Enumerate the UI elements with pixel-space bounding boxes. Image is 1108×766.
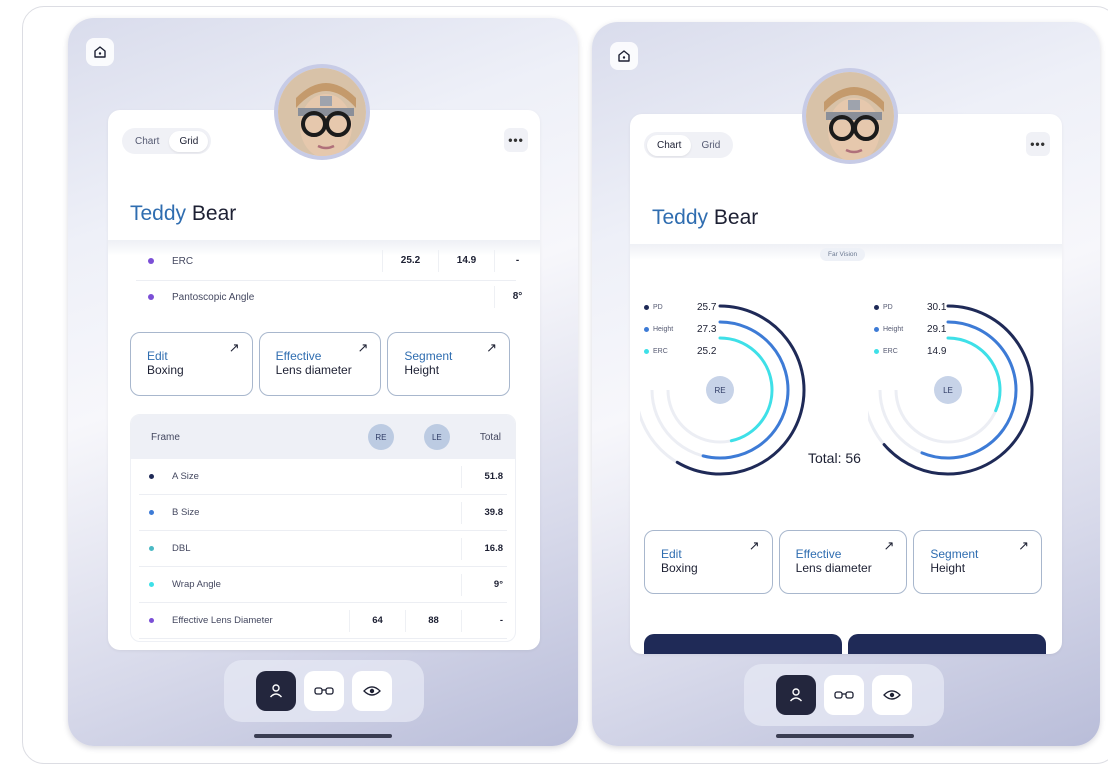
toggle-chart[interactable]: Chart (125, 131, 169, 152)
measurement-row-pantoscopic: Pantoscopic Angle 8° (108, 280, 540, 314)
gauge-center-label: LE (943, 386, 953, 395)
patient-name: Teddy Bear (130, 202, 237, 225)
arrow-up-right-icon: ↗ (357, 340, 369, 355)
row-dot (148, 258, 154, 264)
far-vision-chip: Far Vision (820, 248, 866, 261)
table-row: Wrap Angle 9° (139, 567, 507, 603)
row-dot (149, 510, 154, 515)
dock-glasses-button[interactable] (304, 671, 344, 711)
table-row: Effective Lens Diameter 64 88 - (139, 603, 507, 639)
re-gauge: RE (640, 304, 806, 476)
total-value: Total: 56 (808, 450, 861, 466)
dock-eye-button[interactable] (872, 675, 912, 715)
glasses-icon (834, 691, 854, 699)
segment-height-button[interactable]: Segment Height ↗ (913, 530, 1043, 594)
total-header: Total (479, 431, 501, 443)
gauge-arc-pd (675, 304, 806, 476)
action-buttons: Edit Boxing ↗ Effective Lens diameter ↗ … (644, 530, 1043, 594)
toggle-chart[interactable]: Chart (647, 134, 692, 156)
arrow-up-right-icon: ↗ (228, 340, 240, 355)
person-icon (789, 688, 803, 702)
table-row: DBL 16.8 (139, 531, 507, 567)
more-options-button[interactable]: ••• (1026, 132, 1050, 156)
le-gauge: LE (868, 304, 1034, 476)
edit-boxing-button[interactable]: Edit Boxing ↗ (130, 332, 253, 396)
home-icon (618, 50, 630, 62)
patient-name: Teddy Bear (652, 206, 759, 229)
dock-person-button[interactable] (776, 675, 816, 715)
effective-lens-diameter-button[interactable]: Effective Lens diameter ↗ (258, 332, 382, 396)
table-row: A Size 51.8 (139, 459, 507, 495)
row-dot (148, 294, 154, 300)
row-dot (149, 582, 154, 587)
view-toggle: Chart Grid (122, 128, 212, 154)
eye-icon (883, 690, 901, 700)
segment-height-button[interactable]: Segment Height ↗ (387, 332, 511, 396)
effective-lens-diameter-button[interactable]: Effective Lens diameter ↗ (778, 530, 908, 594)
home-button[interactable] (610, 42, 638, 70)
bottom-dock (224, 660, 424, 722)
tablet-chart-view: Chart Grid ••• Teddy Bear Far Vision PD … (592, 22, 1100, 746)
arrow-up-right-icon: ↗ (748, 538, 760, 553)
more-icon: ••• (1030, 137, 1046, 151)
home-indicator (776, 734, 914, 738)
frame-table: Frame RE LE Total A Size 51.8 B Size 39.… (130, 414, 516, 642)
glasses-icon (314, 687, 334, 695)
patient-avatar (274, 64, 370, 160)
tablet-grid-view: Chart Grid ••• Teddy Bear ERC 25.2 14.9 … (68, 18, 578, 746)
bottom-dock (744, 664, 944, 726)
toggle-grid[interactable]: Grid (169, 130, 209, 152)
more-icon: ••• (508, 133, 524, 147)
home-icon (94, 46, 106, 58)
eye-icon (363, 686, 381, 696)
gauge-center-label: RE (714, 386, 725, 395)
frame-table-header: Frame RE LE Total (131, 415, 515, 459)
person-icon (269, 684, 283, 698)
row-dot (149, 474, 154, 479)
bottom-tab-left[interactable] (644, 634, 842, 654)
edit-boxing-button[interactable]: Edit Boxing ↗ (644, 530, 773, 594)
dock-glasses-button[interactable] (824, 675, 864, 715)
re-badge: RE (367, 424, 394, 450)
dock-eye-button[interactable] (352, 671, 392, 711)
table-row: B Size 39.8 (139, 495, 507, 531)
patient-card: Chart Grid ••• Teddy Bear ERC 25.2 14.9 … (108, 110, 540, 650)
arrow-up-right-icon: ↗ (1018, 538, 1030, 553)
row-dot (149, 618, 154, 623)
home-button[interactable] (86, 38, 114, 66)
action-buttons: Edit Boxing ↗ Effective Lens diameter ↗ … (130, 332, 511, 396)
le-badge: LE (423, 424, 450, 450)
more-options-button[interactable]: ••• (504, 128, 528, 152)
toggle-grid[interactable]: Grid (691, 135, 730, 156)
arrow-up-right-icon: ↗ (883, 538, 895, 553)
patient-avatar (802, 68, 898, 164)
dock-person-button[interactable] (256, 671, 296, 711)
home-indicator (254, 734, 392, 738)
bottom-tab-right[interactable] (848, 634, 1046, 654)
view-toggle: Chart Grid (644, 132, 734, 158)
row-dot (149, 546, 154, 551)
arrow-up-right-icon: ↗ (486, 340, 498, 355)
measurement-row-erc: ERC 25.2 14.9 - (108, 244, 540, 278)
patient-card: Chart Grid ••• Teddy Bear Far Vision PD … (630, 114, 1062, 654)
